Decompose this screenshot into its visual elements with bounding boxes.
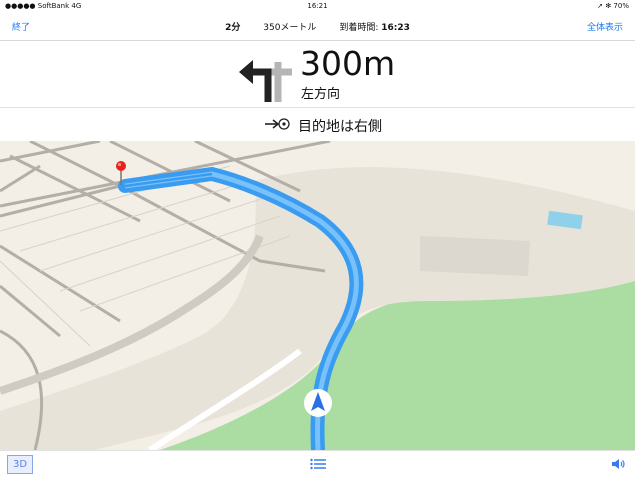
navigation-bar: 終了 2分 350メートル 到着時間: 16:23 全体表示 <box>0 12 635 41</box>
bottom-toolbar: 3D <box>0 450 635 477</box>
map-view[interactable] <box>0 141 635 450</box>
arrival-time-value: 16:23 <box>381 23 410 33</box>
battery-status: ➚ ✻ 70% <box>597 2 629 10</box>
map-canvas[interactable] <box>0 141 635 450</box>
arrival-time: 到着時間: 16:23 <box>339 23 410 33</box>
overview-button[interactable]: 全体表示 <box>587 20 623 33</box>
arrival-prefix: 到着時間: <box>339 23 379 33</box>
destination-panel: 目的地は右側 <box>0 108 635 142</box>
eta-minutes: 2分 <box>225 23 241 33</box>
destination-right-icon <box>265 118 290 130</box>
clock: 16:21 <box>307 2 328 10</box>
3d-button[interactable]: 3D <box>7 455 33 474</box>
speaker-icon[interactable] <box>611 458 625 470</box>
list-icon[interactable] <box>310 458 326 470</box>
maneuver-direction: 左方向 <box>301 87 341 102</box>
trip-summary: 2分 350メートル 到着時間: 16:23 <box>0 20 635 33</box>
current-location-marker[interactable] <box>304 389 332 417</box>
distance-remaining: 350メートル <box>263 23 317 33</box>
destination-label: 目的地は右側 <box>298 119 382 135</box>
turn-left-arrow-icon <box>239 60 292 102</box>
turn-instruction-panel: 300m 左方向 <box>0 41 635 108</box>
status-bar: ●●●●● SoftBank 4G 16:21 ➚ ✻ 70% <box>0 0 635 12</box>
maneuver-distance: 300m <box>300 44 396 83</box>
